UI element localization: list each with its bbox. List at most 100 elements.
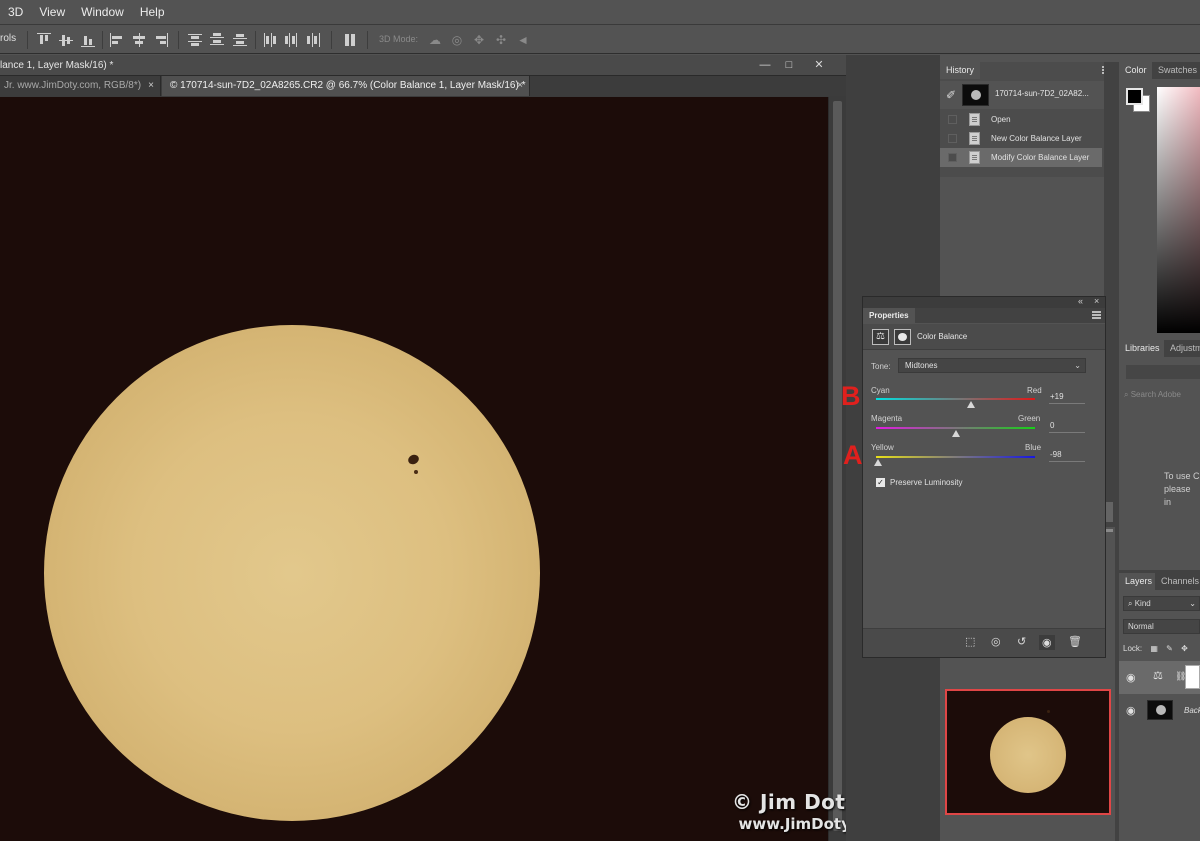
delete-trash-icon[interactable]: 🗑 xyxy=(1068,635,1082,648)
tab-properties[interactable]: Properties xyxy=(863,308,915,323)
slider-magenta-green-thumb[interactable] xyxy=(951,430,960,437)
align-right-edges-icon[interactable] xyxy=(154,33,168,47)
distribute-right-icon[interactable] xyxy=(307,33,321,47)
lock-image-icon[interactable]: ✎ xyxy=(1166,644,1173,653)
slide-3d-icon[interactable]: ✣ xyxy=(493,33,509,47)
tab-adjustments[interactable]: Adjustm xyxy=(1164,340,1200,357)
library-search-placeholder: Search Adobe xyxy=(1130,390,1181,399)
history-snapshot[interactable]: ✐ 170714-sun-7D2_02A82... xyxy=(940,81,1105,109)
layer-name[interactable]: Back xyxy=(1184,706,1200,715)
minimize-button[interactable]: — xyxy=(754,58,776,73)
close-icon[interactable]: × xyxy=(1094,296,1099,306)
menu-view[interactable]: View xyxy=(31,0,73,24)
library-dropdown[interactable] xyxy=(1126,365,1200,379)
panel-menu-icon[interactable] xyxy=(1092,311,1101,319)
history-item-label: Modify Color Balance Layer xyxy=(991,153,1090,162)
slider-magenta-green-track[interactable] xyxy=(876,427,1035,429)
options-divider xyxy=(102,31,103,49)
history-item[interactable]: Open xyxy=(940,110,1102,129)
lock-transparent-icon[interactable]: ▦ xyxy=(1150,644,1158,653)
slider-cyan-red-thumb[interactable] xyxy=(966,401,975,408)
tab-swatches[interactable]: Swatches xyxy=(1152,62,1200,79)
slider-magenta-green-value[interactable]: 0 xyxy=(1049,420,1085,433)
visibility-eye-icon[interactable]: ◉ xyxy=(1126,671,1136,684)
tab-layers[interactable]: Layers xyxy=(1119,573,1159,590)
lock-label: Lock: xyxy=(1123,644,1143,653)
libraries-message-line: To use C xyxy=(1164,471,1200,481)
slider-yellow-blue-thumb[interactable] xyxy=(873,459,882,466)
history-brush-source-checkbox[interactable] xyxy=(948,153,957,162)
auto-align-icon[interactable] xyxy=(344,33,358,47)
clip-to-layer-icon[interactable]: ⬚ xyxy=(965,635,975,648)
blend-mode-select[interactable]: Normal xyxy=(1123,619,1200,634)
tab-history[interactable]: History xyxy=(940,62,981,79)
color-picker-field[interactable] xyxy=(1157,87,1200,333)
libraries-message-line: please in xyxy=(1164,484,1191,507)
history-brush-icon[interactable]: ✐ xyxy=(946,88,956,102)
maximize-button[interactable]: □ xyxy=(778,58,800,73)
history-item-selected[interactable]: Modify Color Balance Layer xyxy=(940,148,1102,167)
layer-mask-thumbnail[interactable] xyxy=(1185,665,1200,689)
slider-cyan-red-track[interactable] xyxy=(876,398,1035,400)
menu-3d[interactable]: 3D xyxy=(0,0,31,24)
align-horizontal-centers-icon[interactable] xyxy=(132,33,146,47)
align-bottom-edges-icon[interactable] xyxy=(81,33,95,47)
layer-row-color-balance[interactable]: ◉ ⚖ ⛓ xyxy=(1119,661,1200,694)
properties-panel: « × Properties ⚖ Color Balance Tone: Mid… xyxy=(862,296,1106,658)
slider-green-label: Green xyxy=(1018,414,1041,423)
history-item[interactable]: New Color Balance Layer xyxy=(940,129,1102,148)
lock-position-icon[interactable]: ✥ xyxy=(1181,644,1188,653)
tone-select[interactable]: Midtones ⌄ xyxy=(898,358,1086,373)
foreground-color-swatch[interactable] xyxy=(1126,88,1143,105)
view-previous-state-icon[interactable]: ◎ xyxy=(991,635,1001,648)
tab-close-icon[interactable]: × xyxy=(148,76,154,96)
align-top-edges-icon[interactable] xyxy=(37,33,51,47)
library-search[interactable]: ⌕ Search Adobe xyxy=(1124,390,1181,400)
navigator-preview[interactable] xyxy=(945,689,1111,815)
slider-cyan-red-value[interactable]: +19 xyxy=(1049,391,1085,404)
roll-3d-icon[interactable]: ◎ xyxy=(449,33,465,47)
scrollbar-thumb[interactable] xyxy=(1106,502,1113,522)
slider-yellow-blue-value[interactable]: -98 xyxy=(1049,449,1085,462)
tab-libraries[interactable]: Libraries xyxy=(1119,340,1166,357)
mask-icon[interactable] xyxy=(894,329,911,345)
distribute-bottom-icon[interactable] xyxy=(233,33,247,47)
tone-value: Midtones xyxy=(905,361,938,370)
close-window-button[interactable]: ✕ xyxy=(808,58,830,73)
menu-window[interactable]: Window xyxy=(73,0,132,24)
distribute-hcenter-icon[interactable] xyxy=(285,33,299,47)
scrollbar-grip[interactable] xyxy=(1106,529,1113,532)
visibility-eye-icon[interactable]: ◉ xyxy=(1126,704,1136,717)
layer-filter-kind[interactable]: ⌕ Kind ⌄ xyxy=(1123,596,1200,611)
visibility-eye-icon[interactable]: ◉ xyxy=(1039,635,1055,650)
distribute-top-icon[interactable] xyxy=(188,33,202,47)
image-canvas[interactable] xyxy=(0,97,828,841)
preserve-luminosity-checkbox[interactable]: ✓ xyxy=(876,478,885,487)
history-brush-source-checkbox[interactable] xyxy=(948,115,957,124)
tab-close-icon[interactable]: × xyxy=(517,76,523,96)
document-tab-1[interactable]: Jr. www.JimDoty.com, RGB/8*) × xyxy=(0,76,161,96)
document-tab-label: Jr. www.JimDoty.com, RGB/8*) xyxy=(4,80,142,91)
document-tab-2[interactable]: © 170714-sun-7D2_02A8265.CR2 @ 66.7% (Co… xyxy=(162,76,530,96)
scrollbar-thumb[interactable] xyxy=(833,101,842,831)
menu-help[interactable]: Help xyxy=(132,0,173,24)
align-vertical-centers-icon[interactable] xyxy=(59,33,73,47)
slider-yellow-blue-track[interactable] xyxy=(876,456,1035,458)
scale-3d-icon[interactable]: ◄ xyxy=(515,33,531,47)
document-titlebar[interactable]: lance 1, Layer Mask/16) * — □ ✕ xyxy=(0,55,846,76)
document-state-icon xyxy=(969,151,980,164)
distribute-vcenter-icon[interactable] xyxy=(210,33,224,47)
drag-3d-icon[interactable]: ✥ xyxy=(471,33,487,47)
align-left-edges-icon[interactable] xyxy=(110,33,124,47)
tab-color[interactable]: Color xyxy=(1119,62,1153,79)
layer-row-background[interactable]: ◉ Back xyxy=(1119,694,1200,727)
lock-row: Lock: ▦ ✎ ✥ xyxy=(1123,644,1188,653)
orbit-3d-icon[interactable]: ☁ xyxy=(427,33,443,47)
distribute-left-icon[interactable] xyxy=(263,33,277,47)
history-brush-source-checkbox[interactable] xyxy=(948,134,957,143)
collapse-icon[interactable]: « xyxy=(1078,296,1083,306)
color-panel: Color Swatches xyxy=(1119,62,1200,340)
tab-channels[interactable]: Channels xyxy=(1155,573,1200,590)
reset-icon[interactable]: ↺ xyxy=(1017,635,1026,648)
properties-header[interactable]: « × xyxy=(863,296,1105,308)
